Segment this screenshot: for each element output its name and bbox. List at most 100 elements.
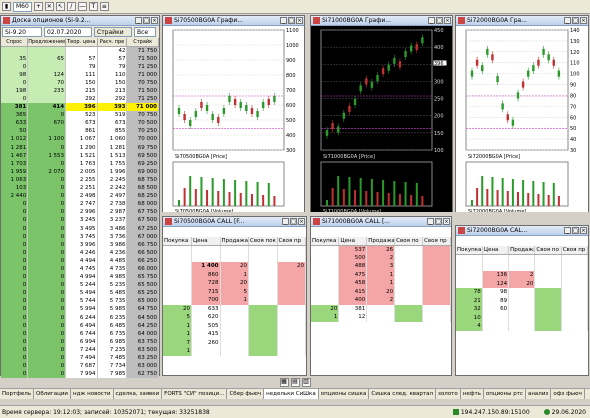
column-header[interactable]: Своя пр <box>277 237 306 246</box>
minimize-button[interactable]: _ <box>427 218 434 225</box>
minimize-button[interactable]: _ <box>564 227 571 234</box>
column-header[interactable]: Продажа <box>366 237 396 246</box>
minimize-button[interactable]: _ <box>280 17 287 24</box>
order-book-row[interactable]: 500 2 <box>311 253 451 262</box>
order-book-row[interactable]: 7 260 <box>163 338 306 347</box>
order-book-row[interactable]: 32 60 <box>456 305 589 314</box>
option-row[interactable]: 98 124 111 110 71 000 <box>1 70 159 79</box>
column-header[interactable]: Своя по <box>534 246 562 255</box>
maximize-button[interactable]: □ <box>436 17 443 24</box>
option-row[interactable]: 007 244 7 235 63 500 <box>1 345 159 354</box>
option-row[interactable]: 002 747 2 738 68 000 <box>1 200 159 209</box>
order-book-row[interactable]: 1 400 20 20 <box>163 262 306 271</box>
option-row[interactable]: 002 996 2 987 67 750 <box>1 208 159 217</box>
workspace-tab[interactable]: Облигации <box>34 389 72 399</box>
window-list-icon[interactable]: ▦ <box>279 377 289 387</box>
minimize-button[interactable]: _ <box>135 17 142 24</box>
close-button[interactable]: × <box>443 218 450 225</box>
option-row[interactable]: 006 244 6 235 64 500 <box>1 313 159 322</box>
order-book-row[interactable]: 400 2 <box>311 296 451 305</box>
column-header[interactable]: Своя пок <box>248 237 278 246</box>
column-header[interactable]: Своя пр <box>422 237 451 246</box>
text-icon[interactable]: T <box>88 2 98 11</box>
option-row[interactable]: 005 494 5 485 65 250 <box>1 289 159 298</box>
minimize-button[interactable]: _ <box>282 218 289 225</box>
order-book-row[interactable]: 537 26 <box>311 245 451 254</box>
option-row[interactable]: 1 703 0 1 763 1 755 69 250 <box>1 159 159 168</box>
option-row[interactable]: 005 744 5 735 65 000 <box>1 297 159 306</box>
column-header[interactable]: Покупка <box>456 246 483 255</box>
order-book-row[interactable]: 20 381 <box>311 304 451 313</box>
close-button[interactable]: × <box>580 227 587 234</box>
column-header[interactable]: Теор. цена <box>65 38 98 47</box>
column-header[interactable]: Цена <box>338 237 368 246</box>
order-book-row[interactable]: 415 20 <box>311 287 451 296</box>
line-icon[interactable]: / <box>66 2 76 11</box>
workspace-tab[interactable]: золото <box>436 389 461 399</box>
option-row[interactable]: 006 994 6 985 63 750 <box>1 337 159 346</box>
order-book-row[interactable]: 1 <box>163 347 306 356</box>
column-header[interactable]: Расч. пре <box>97 38 128 47</box>
order-book-row[interactable]: 5 620 <box>163 313 306 322</box>
app-icon[interactable]: ▮ <box>2 2 11 11</box>
minimize-button[interactable]: _ <box>564 17 571 24</box>
price-chart[interactable]: 450400350300250200150100Si71000BG0A [Pri… <box>311 26 452 212</box>
all-select[interactable]: Все <box>134 27 156 37</box>
close-button[interactable]: × <box>296 17 303 24</box>
option-row[interactable]: 1 281 0 1 290 1 281 69 750 <box>1 143 159 152</box>
option-row[interactable]: 2 440 0 2 498 2 497 68 250 <box>1 192 159 201</box>
workspace-tab[interactable]: Сбер фьюч <box>227 389 265 399</box>
option-row[interactable]: 006 744 6 735 64 000 <box>1 329 159 338</box>
series-select[interactable]: Si-9.20 <box>2 27 42 37</box>
maximize-button[interactable]: □ <box>143 17 150 24</box>
option-row[interactable]: 004 994 4 985 65 750 <box>1 273 159 282</box>
close-button[interactable]: × <box>151 17 158 24</box>
column-header[interactable]: Продажа <box>508 246 536 255</box>
order-book-row[interactable]: 488 3 <box>311 262 451 271</box>
option-row[interactable]: 1 012 1 100 1 067 1 060 70 000 <box>1 135 159 144</box>
column-header[interactable]: Цена <box>482 246 510 255</box>
option-row[interactable]: 50 861 855 70 250 <box>1 127 159 136</box>
window-cascade-icon[interactable]: ▤ <box>290 377 300 387</box>
workspace-tab[interactable]: нефть <box>461 389 484 399</box>
option-row[interactable]: 003 495 3 486 67 250 <box>1 224 159 233</box>
order-book-row[interactable]: 1 415 <box>163 330 306 339</box>
option-row[interactable]: 004 745 4 735 66 000 <box>1 264 159 274</box>
order-book-row[interactable]: 860 1 <box>163 270 306 279</box>
option-row[interactable]: 004 246 4 236 66 500 <box>1 248 159 257</box>
order-book-row[interactable]: 700 1 <box>163 296 306 305</box>
column-header[interactable]: Страйк <box>126 38 159 47</box>
timeframe-select[interactable]: M60 <box>13 1 32 12</box>
order-book-row[interactable]: 715 5 <box>163 287 306 296</box>
option-row[interactable]: 35 65 57 57 71 500 <box>1 54 159 63</box>
expiry-date-select[interactable]: 02.07.2020 <box>44 27 92 37</box>
order-book-row[interactable]: 1 12 <box>311 313 451 322</box>
column-header[interactable]: Покупка <box>163 237 192 246</box>
order-book-row[interactable]: 1 505 <box>163 321 306 330</box>
cursor-icon[interactable]: ↖ <box>55 2 65 11</box>
order-book-row[interactable]: 475 1 <box>311 270 451 279</box>
column-header[interactable]: Спрос <box>1 38 29 47</box>
option-row[interactable]: 007 687 7 734 63 000 <box>1 362 159 371</box>
option-row[interactable]: 0 70 150 150 70 750 <box>1 78 159 87</box>
workspace-tab[interactable]: ндж новости <box>71 389 114 399</box>
option-row[interactable]: 006 494 6 485 64 250 <box>1 321 159 330</box>
option-row[interactable]: 633 670 673 673 70 500 <box>1 119 159 128</box>
order-book-row[interactable]: 728 20 <box>163 279 306 288</box>
option-row[interactable]: 007 494 7 485 63 250 <box>1 353 159 363</box>
option-row[interactable]: 003 996 3 986 66 750 <box>1 240 159 249</box>
close-button[interactable]: × <box>298 218 305 225</box>
order-book-row[interactable]: 21 89 <box>456 296 589 305</box>
window-tile-icon[interactable]: ▥ <box>301 377 311 387</box>
option-row[interactable]: 003 245 3 237 67 500 <box>1 216 159 225</box>
price-chart[interactable]: 140 130 120 110 100 90 80 70 60 50 40 30 Si72000BG0A… <box>456 26 588 212</box>
option-row[interactable]: 005 244 5 235 65 500 <box>1 281 159 290</box>
fib-icon[interactable]: ≡ <box>99 2 109 11</box>
order-book-row[interactable]: 10 <box>456 313 589 322</box>
strikes-button[interactable]: Страйки <box>94 27 132 37</box>
workspace-tab[interactable]: опционы сишка <box>319 389 370 399</box>
option-row[interactable]: 42 71 750 <box>1 46 159 55</box>
order-book-row[interactable]: 78 98 <box>456 288 589 297</box>
option-row[interactable]: 198 233 215 213 71 500 <box>1 86 159 95</box>
option-row[interactable]: 365 0 523 519 70 750 <box>1 111 159 120</box>
